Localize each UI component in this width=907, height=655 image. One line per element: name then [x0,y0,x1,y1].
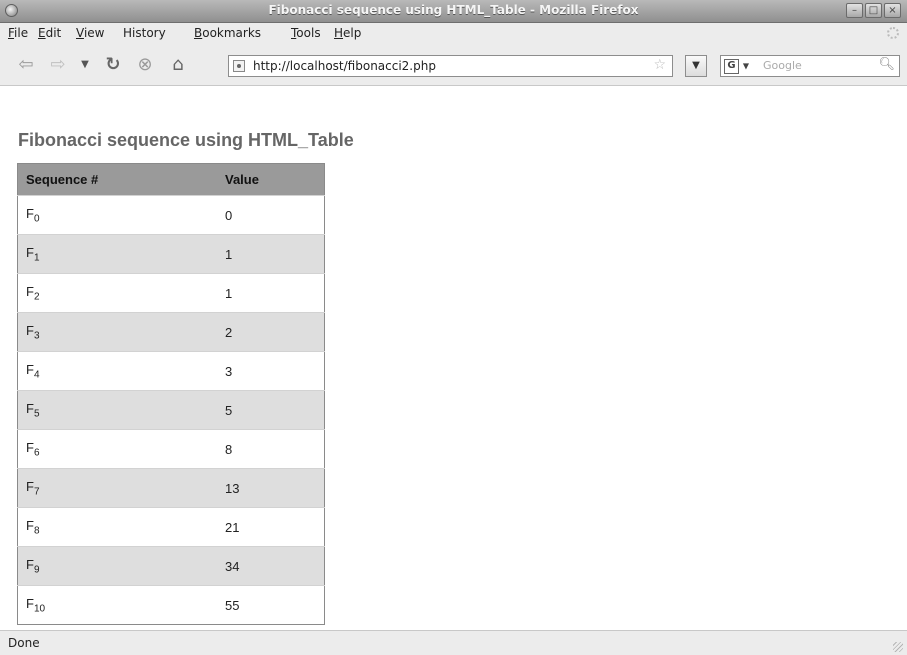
menu-tools[interactable]: Tools [291,26,321,40]
stop-icon[interactable]: ⊗ [133,54,157,76]
value-cell: 0 [217,195,325,235]
url-bar[interactable]: http://localhost/fibonacci2.php ☆ [228,55,673,77]
table-row: F1 1 [17,234,325,274]
sequence-cell: F2 [17,273,217,313]
table-header-row: Sequence # Value [17,163,325,196]
value-cell: 8 [217,429,325,469]
history-dropdown-icon[interactable]: ▼ [78,54,92,76]
window-title-bar: Fibonacci sequence using HTML_Table - Mo… [0,0,907,23]
home-icon[interactable]: ⌂ [166,54,190,76]
menu-bookmarks[interactable]: Bookmarks [194,26,261,40]
page-title: Fibonacci sequence using HTML_Table [18,130,354,150]
url-text[interactable]: http://localhost/fibonacci2.php [253,59,436,73]
resize-grip-icon[interactable] [893,642,903,652]
maximize-button[interactable]: □ [865,3,882,18]
menu-file[interactable]: File [8,26,28,40]
value-cell: 21 [217,507,325,547]
sequence-cell: F9 [17,546,217,586]
table-row: F10 55 [17,585,325,625]
sequence-cell: F10 [17,585,217,625]
table-row: F4 3 [17,351,325,391]
reload-icon[interactable]: ↻ [101,54,125,76]
value-cell: 2 [217,312,325,352]
navigation-toolbar: ⇦ ⇨ ▼ ↻ ⊗ ⌂ http://localhost/fibonacci2.… [0,45,907,86]
menu-help[interactable]: Help [334,26,361,40]
forward-arrow-icon[interactable]: ⇨ [46,54,70,76]
sequence-cell: F8 [17,507,217,547]
table-row: F8 21 [17,507,325,547]
value-cell: 1 [217,234,325,274]
window-controls: – □ × [846,3,901,18]
google-engine-icon: G [724,59,739,74]
close-button[interactable]: × [884,3,901,18]
search-magnifier-icon[interactable]: 🔍︎ [878,57,895,72]
chevron-down-icon: ▼ [742,61,749,71]
column-header-sequence: Sequence # [17,163,217,196]
value-cell: 5 [217,390,325,430]
page-content: Fibonacci sequence using HTML_Table Sequ… [0,86,907,630]
table-row: F9 34 [17,546,325,586]
sequence-cell: F4 [17,351,217,391]
back-arrow-icon[interactable]: ⇦ [14,54,38,76]
throbber-icon [887,27,899,39]
table-row: F0 0 [17,195,325,235]
table-row: F2 1 [17,273,325,313]
menu-edit[interactable]: Edit [38,26,61,40]
search-input[interactable]: Google [763,59,802,72]
value-cell: 13 [217,468,325,508]
search-box[interactable]: G ▼ Google 🔍︎ [720,55,900,77]
table-row: F3 2 [17,312,325,352]
sequence-cell: F0 [17,195,217,235]
window-title: Fibonacci sequence using HTML_Table - Mo… [268,3,639,17]
minimize-button[interactable]: – [846,3,863,18]
status-bar: Done [0,630,907,655]
search-engine-selector[interactable]: G ▼ [724,58,752,74]
sequence-cell: F5 [17,390,217,430]
column-header-value: Value [217,163,325,196]
sequence-cell: F3 [17,312,217,352]
table-row: F6 8 [17,429,325,469]
sequence-cell: F7 [17,468,217,508]
value-cell: 1 [217,273,325,313]
table-row: F5 5 [17,390,325,430]
value-cell: 55 [217,585,325,625]
sequence-cell: F6 [17,429,217,469]
value-cell: 3 [217,351,325,391]
sequence-cell: F1 [17,234,217,274]
bookmark-star-icon[interactable]: ☆ [653,57,666,73]
status-text: Done [8,636,40,650]
page-favicon-icon [233,60,245,72]
url-dropdown-button[interactable]: ▼ [685,55,707,77]
menu-view[interactable]: View [76,26,104,40]
fibonacci-table: Sequence # Value F0 0 F1 1 F2 1 F3 2 F4 [17,163,325,625]
table-row: F7 13 [17,468,325,508]
menu-bar: File Edit View History Bookmarks Tools H… [0,23,907,45]
value-cell: 34 [217,546,325,586]
menu-history[interactable]: History [123,26,166,40]
